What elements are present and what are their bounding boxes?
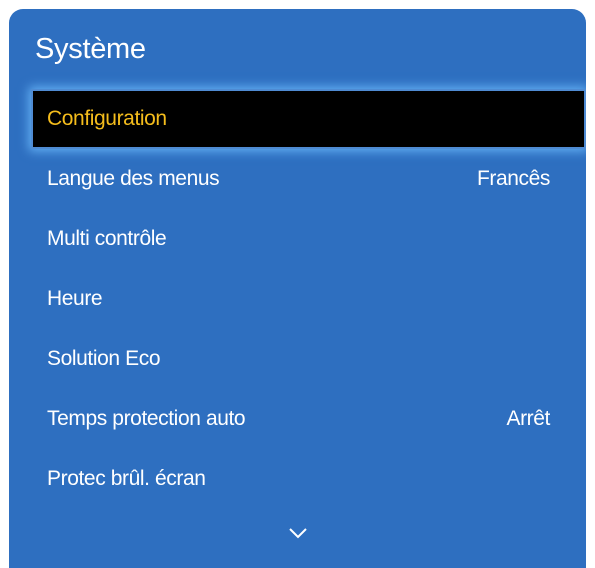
system-menu-panel: Système Configuration Langue des menus F… — [9, 9, 586, 568]
menu-title: Système — [35, 33, 146, 65]
menu-item-heure[interactable]: Heure — [9, 269, 586, 329]
menu-item-label: Heure — [47, 287, 103, 310]
menu-item-label: Langue des menus — [47, 167, 220, 190]
menu-item-multi-controle[interactable]: Multi contrôle — [9, 209, 586, 269]
menu-item-label: Temps protection auto — [47, 407, 246, 430]
menu-item-value: Francês — [476, 167, 550, 190]
menu-item-value: Arrêt — [506, 407, 550, 430]
menu-list: Configuration Langue des menus Francês M… — [9, 89, 586, 509]
menu-item-protec-brul-ecran[interactable]: Protec brûl. écran — [9, 449, 586, 509]
menu-item-label: Configuration — [47, 107, 167, 130]
menu-item-temps-protection-auto[interactable]: Temps protection auto Arrêt — [9, 389, 586, 449]
menu-item-label: Solution Eco — [47, 347, 161, 370]
menu-item-label: Protec brûl. écran — [47, 467, 206, 490]
chevron-down-icon[interactable] — [286, 525, 310, 541]
menu-item-label: Multi contrôle — [47, 227, 167, 250]
menu-item-configuration[interactable]: Configuration — [33, 91, 584, 147]
menu-item-solution-eco[interactable]: Solution Eco — [9, 329, 586, 389]
menu-item-langue-des-menus[interactable]: Langue des menus Francês — [9, 149, 586, 209]
